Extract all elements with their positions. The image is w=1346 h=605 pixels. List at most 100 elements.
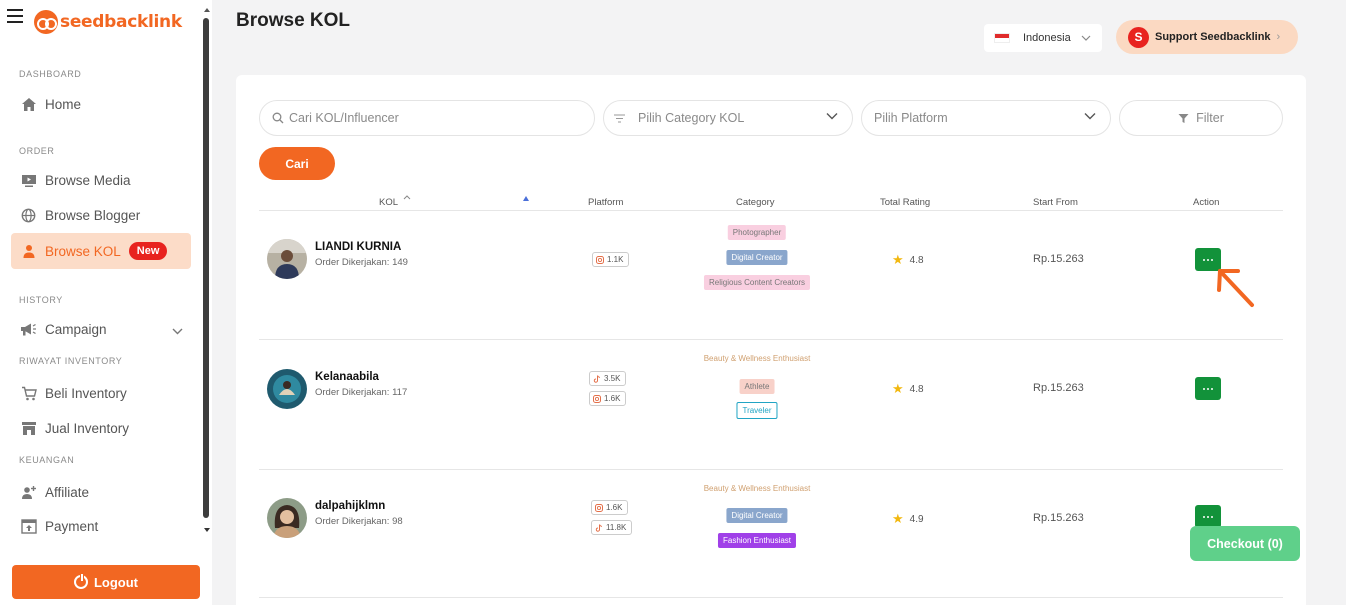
action-menu-button[interactable] <box>1195 505 1221 528</box>
kol-order-count: Order Dikerjakan: 117 <box>315 387 408 398</box>
sidebar-item-browse-blogger[interactable]: Browse Blogger <box>11 197 191 233</box>
follower-count: 1.6K <box>606 503 623 512</box>
kol-name[interactable]: dalpahijklmn <box>315 500 385 512</box>
category-tag: Photographer <box>727 225 787 240</box>
user-plus-icon <box>20 484 37 501</box>
platform-placeholder: Pilih Platform <box>874 111 948 125</box>
checkout-button[interactable]: Checkout (0) <box>1190 526 1300 561</box>
sidebar-item-browse-media[interactable]: Browse Media <box>11 162 191 198</box>
scroll-thumb[interactable] <box>203 18 209 518</box>
row-divider <box>259 597 1283 598</box>
action-menu-button[interactable] <box>1195 377 1221 400</box>
sidebar-item-label: Campaign <box>45 321 107 337</box>
hamburger-menu-icon[interactable] <box>7 9 23 23</box>
avatar[interactable] <box>267 369 307 409</box>
section-order: ORDER <box>19 146 55 156</box>
sidebar-item-campaign[interactable]: Campaign <box>11 311 191 347</box>
column-header-kol[interactable]: KOL <box>379 197 398 208</box>
follower-count: 1.6K <box>604 394 621 403</box>
kol-name[interactable]: Kelanaabila <box>315 371 379 383</box>
sidebar-item-payment[interactable]: Payment <box>11 508 191 544</box>
platform-badge: 1.6K <box>589 391 627 406</box>
platform-badge: 1.6K <box>591 500 629 515</box>
platform-badge: 1.1K <box>592 252 630 267</box>
sidebar-item-label: Jual Inventory <box>45 420 130 436</box>
list-filter-icon <box>614 114 625 122</box>
search-input[interactable]: Cari KOL/Influencer <box>259 100 595 136</box>
sidebar-item-browse-kol[interactable]: Browse KOL New <box>11 233 191 269</box>
row-divider <box>259 339 1283 340</box>
column-header-category: Category <box>736 197 775 208</box>
new-badge: New <box>128 242 168 260</box>
home-icon <box>20 96 37 113</box>
sidebar-item-beli-inventory[interactable]: Beli Inventory <box>11 375 191 411</box>
logout-button[interactable]: Logout <box>12 565 200 599</box>
kol-order-count: Order Dikerjakan: 149 <box>315 257 408 268</box>
chevron-right-icon: › <box>1276 31 1281 43</box>
header-divider <box>259 210 1283 211</box>
platform-badge: 11.8K <box>591 520 633 535</box>
filter-label: Filter <box>1196 111 1224 125</box>
follower-count: 11.8K <box>606 523 627 532</box>
star-icon: ★ <box>892 381 904 396</box>
funnel-icon <box>1178 113 1189 123</box>
price: Rp.15.263 <box>1033 512 1084 524</box>
sidebar-item-home[interactable]: Home <box>11 86 191 122</box>
logo[interactable]: seedbacklink <box>34 10 182 34</box>
rating-value: 4.8 <box>909 383 924 395</box>
scroll-down-icon[interactable] <box>204 528 210 532</box>
column-header-platform: Platform <box>588 197 624 208</box>
rating: ★ 4.9 <box>892 511 924 527</box>
kol-card: Cari KOL/Influencer Pilih Category KOL P… <box>236 75 1306 605</box>
section-history: HISTORY <box>19 295 63 305</box>
category-placeholder: Pilih Category KOL <box>638 111 745 125</box>
sidebar-item-label: Affiliate <box>45 484 90 500</box>
search-placeholder: Cari KOL/Influencer <box>289 111 399 125</box>
price: Rp.15.263 <box>1033 253 1084 265</box>
support-button[interactable]: S Support Seedbacklink › <box>1116 20 1298 54</box>
sidebar-item-affiliate[interactable]: Affiliate <box>11 474 191 510</box>
language-label: Indonesia <box>1023 32 1071 44</box>
sidebar-item-label: Browse Media <box>45 172 131 188</box>
chevron-down-icon <box>826 113 838 120</box>
avatar[interactable] <box>267 498 307 538</box>
instagram-icon <box>593 394 601 403</box>
star-icon: ★ <box>892 252 904 267</box>
instagram-icon <box>596 255 604 264</box>
user-icon <box>20 243 37 260</box>
rating-value: 4.9 <box>909 513 924 525</box>
support-label: Support Seedbacklink <box>1155 31 1271 43</box>
category-tag: Digital Creator <box>726 250 788 265</box>
pointer-arrow-icon <box>1217 269 1254 307</box>
category-select[interactable]: Pilih Category KOL <box>603 100 853 136</box>
power-icon <box>73 573 88 589</box>
support-logo-icon: S <box>1128 26 1149 48</box>
search-button[interactable]: Cari <box>259 147 335 180</box>
platform-select[interactable]: Pilih Platform <box>861 100 1111 136</box>
column-header-action: Action <box>1193 197 1220 208</box>
logo-icon <box>34 10 58 34</box>
tiktok-icon <box>593 374 601 383</box>
category-tag: Beauty & Wellness Enthusiast <box>703 354 811 363</box>
sidebar-item-label: Beli Inventory <box>45 385 127 401</box>
avatar[interactable] <box>267 239 307 279</box>
sidebar-item-jual-inventory[interactable]: Jual Inventory <box>11 410 191 446</box>
megaphone-icon <box>20 321 37 338</box>
filter-button[interactable]: Filter <box>1119 100 1283 136</box>
page-title: Browse KOL <box>236 10 351 31</box>
search-icon <box>272 112 284 124</box>
store-icon <box>20 420 37 437</box>
tiktok-icon <box>595 523 603 532</box>
scroll-up-icon[interactable] <box>204 8 210 12</box>
chevron-down-icon[interactable] <box>172 323 183 338</box>
sort-chevron-icon[interactable] <box>403 195 411 200</box>
category-tag: Digital Creator <box>726 508 788 523</box>
category-tag: Beauty & Wellness Enthusiast <box>703 484 811 493</box>
sidebar-item-label: Payment <box>45 518 99 534</box>
sidebar: seedbacklink DASHBOARD Home ORDER Browse… <box>0 0 212 605</box>
sidebar-scrollbar[interactable] <box>203 8 210 532</box>
sort-indicator-icon[interactable] <box>523 196 529 201</box>
language-selector[interactable]: Indonesia <box>984 24 1102 52</box>
column-header-rating: Total Rating <box>880 197 931 208</box>
kol-name[interactable]: LIANDI KURNIA <box>315 241 401 253</box>
